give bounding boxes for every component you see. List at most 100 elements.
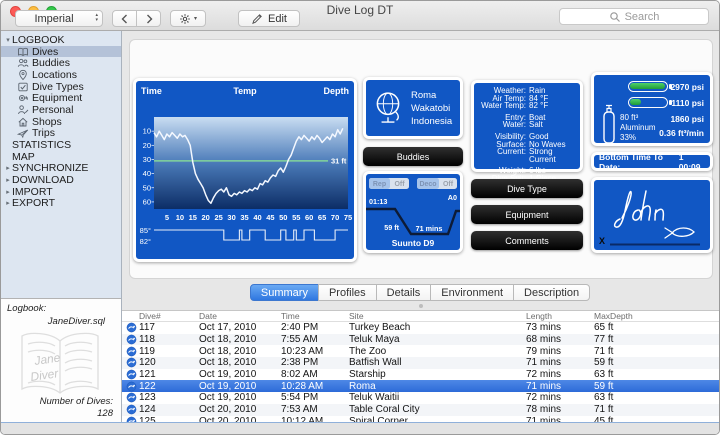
sidebar-item-label: DOWNLOAD [12,174,74,186]
conditions-card[interactable]: Weather:RainAir Temp:84 °FWater Temp:82 … [471,80,583,172]
sidebar-item-logbook[interactable]: ▾LOGBOOK [1,34,121,46]
sidebar-item-export[interactable]: ▸EXPORT [1,198,121,210]
time-tick-label: 65 [318,213,326,222]
column-header-time[interactable]: Time [281,311,349,321]
sidebar-item-dive-types[interactable]: Dive Types [1,81,121,93]
edit-button[interactable]: Edit [238,10,300,27]
signature-card[interactable]: X [591,177,713,253]
sidebar-item-download[interactable]: ▸DOWNLOAD [1,174,121,186]
column-header-dive[interactable]: Dive# [139,311,199,321]
table-row[interactable]: 120Oct 18, 20102:38 PMBatfish Wall71 min… [122,357,719,369]
start-pressure: 2970 psi [670,82,704,92]
column-header-length[interactable]: Length [526,311,594,321]
time-tick-label: 55 [292,213,300,222]
tab-summary[interactable]: Summary [250,284,319,301]
table-row[interactable]: 117Oct 17, 20102:40 PMTurkey Beach73 min… [122,322,719,334]
disclosure-triangle-icon[interactable]: ▸ [4,199,12,207]
depth-tick-label: 50 [143,183,151,192]
equipment-icon [17,92,29,104]
table-row[interactable]: 121Oct 19, 20108:02 AMStarship72 mins63 … [122,369,719,381]
cell-length: 72 mins [526,392,594,403]
buddies-button[interactable]: Buddies [363,147,463,166]
cell-dive: 123 [139,392,199,403]
temp-low-label: 82° [140,237,151,246]
cell-site: The Zoo [349,346,526,357]
disclosure-triangle-icon[interactable]: ▾ [4,36,12,44]
locations-icon [17,69,29,81]
rep-toggle[interactable]: Rep Off [369,178,409,189]
logbook-file: JaneDiver.sql [7,316,115,327]
tab-environment[interactable]: Environment [430,284,514,301]
sidebar-item-label: Personal [32,104,73,116]
dive-type-button[interactable]: Dive Type [471,179,583,198]
sidebar-item-statistics[interactable]: STATISTICS [1,139,121,151]
cell-date: Oct 19, 2010 [199,392,281,403]
tab-details[interactable]: Details [376,284,432,301]
action-menu-button[interactable]: ▾ [170,10,206,27]
nav-arrows [112,10,161,27]
sidebar-item-shops[interactable]: Shops [1,116,121,128]
computer-start-time: 01:13 [369,197,387,206]
sidebar-item-locations[interactable]: Locations [1,69,121,81]
back-button[interactable] [112,10,137,27]
sidebar-item-equipment[interactable]: Equipment [1,92,121,104]
condition-value: Strong Current [529,148,576,163]
table-row[interactable]: 124Oct 20, 20107:53 AMTable Coral City78… [122,404,719,416]
dive-flag-icon [126,404,137,415]
disclosure-triangle-icon[interactable]: ▸ [4,176,12,184]
column-header-maxdepth[interactable]: MaxDepth [594,311,719,321]
cell-dive: 118 [139,334,199,345]
splitter-handle[interactable] [419,304,423,308]
cell-maxdepth: 63 ft [594,369,719,380]
time-tick-label: 60 [305,213,313,222]
sidebar-item-buddies[interactable]: Buddies [1,57,121,69]
pencil-icon [251,13,263,25]
logbook-info: Logbook: JaneDiver.sql Jane Diver Number… [1,298,121,424]
table-row[interactable]: 119Oct 18, 201010:23 AMThe Zoo79 mins71 … [122,345,719,357]
location-site: Roma [411,89,452,102]
search-input[interactable]: Search [559,8,709,25]
equipment-button[interactable]: Equipment [471,205,583,224]
table-row[interactable]: 123Oct 19, 20105:54 PMTeluk Waitii72 min… [122,392,719,404]
sidebar-item-label: Equipment [32,92,82,104]
sidebar-item-import[interactable]: ▸IMPORT [1,186,121,198]
content-area: TimeTempDepth10203040506031 ft5101520253… [122,31,719,435]
cell-dive: 119 [139,346,199,357]
table-row[interactable]: 122Oct 19, 201010:28 AMRoma71 mins59 ft [122,380,719,392]
sidebar-item-label: LOGBOOK [12,34,65,46]
dive-computer-card[interactable]: Rep Off Deco Off 01:13 A0 59 ft [363,171,463,253]
time-tick-label: 15 [189,213,197,222]
table-row[interactable]: 118Oct 18, 20107:55 AMTeluk Maya68 mins7… [122,334,719,346]
view-tabs: SummaryProfilesDetailsEnvironmentDescrip… [122,284,719,304]
disclosure-triangle-icon[interactable]: ▸ [4,188,12,196]
column-header-site[interactable]: Site [349,311,526,321]
deco-toggle[interactable]: Deco Off [417,178,457,189]
disclosure-triangle-icon[interactable]: ▸ [4,164,12,172]
depth-tick-label: 20 [143,141,151,150]
column-header-date[interactable]: Date [199,311,281,321]
tab-description[interactable]: Description [513,284,590,301]
sidebar-item-trips[interactable]: Trips [1,128,121,140]
tab-profiles[interactable]: Profiles [318,284,377,301]
forward-button[interactable] [136,10,161,27]
location-region: Wakatobi [411,102,452,115]
sidebar-item-synchronize[interactable]: ▸SYNCHRONIZE [1,163,121,175]
time-tick-label: 25 [215,213,223,222]
sidebar-item-dives[interactable]: Dives [1,46,121,58]
condition-row: Water:Salt [474,121,576,129]
tank-card[interactable]: 2970 psi 1110 psi 1860 psi 0.36 ft³/min … [591,72,713,146]
sidebar-item-personal[interactable]: Personal [1,104,121,116]
cell-date: Oct 18, 2010 [199,357,281,368]
comments-button[interactable]: Comments [471,231,583,250]
units-select[interactable]: Imperial ▴▾ [15,10,103,27]
trips-icon [17,127,29,139]
dive-types-icon [17,81,29,93]
conditions-group: Visibility:GoodSurface:No WavesCurrent:S… [474,133,576,163]
cell-time: 7:55 AM [281,334,349,345]
rep-state: Off [394,181,405,188]
dive-computer-graphic: Rep Off Deco Off 01:13 A0 59 ft [366,174,460,250]
sidebar-item-map[interactable]: MAP [1,151,121,163]
shops-icon [17,116,29,128]
location-card[interactable]: Roma Wakatobi Indonesia [363,77,463,139]
condition-label: Water: [474,121,526,129]
